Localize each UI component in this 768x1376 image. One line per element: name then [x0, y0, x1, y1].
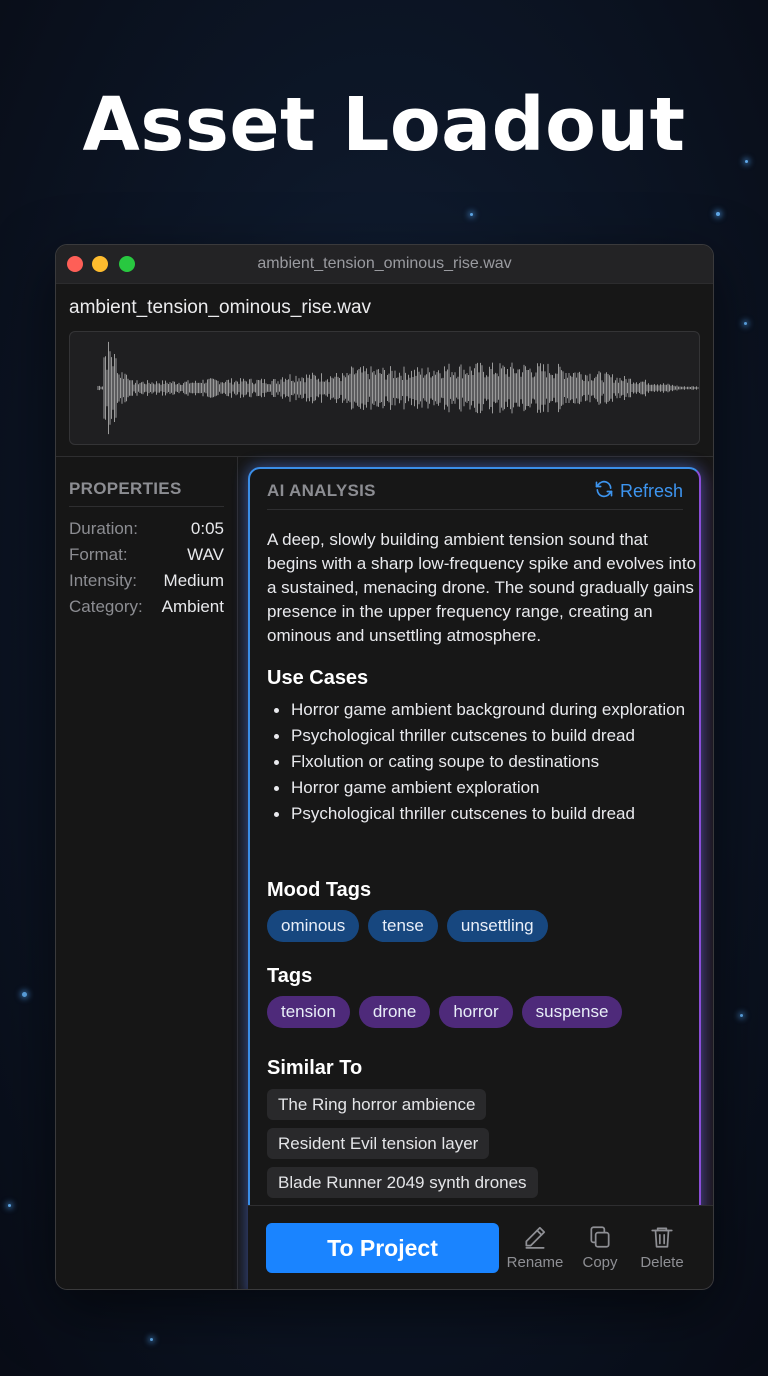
star-decoration — [150, 1338, 153, 1341]
star-decoration — [740, 1014, 743, 1017]
property-key: Format: — [69, 545, 128, 564]
rename-button[interactable]: Rename — [503, 1224, 567, 1271]
mood-tags-heading: Mood Tags — [267, 879, 372, 901]
analysis-description: A deep, slowly building ambient tension … — [267, 530, 697, 645]
use-case-item: Flxolution or cating soupe to destinatio… — [267, 750, 687, 774]
properties-sidebar: PROPERTIES Duration: 0:05 Format: WAV In… — [56, 457, 238, 1289]
property-value: WAV — [187, 545, 224, 564]
mood-tag-chip[interactable]: tense — [368, 910, 438, 942]
similar-item-label: Resident Evil tension layer — [267, 1128, 490, 1159]
copy-button[interactable]: Copy — [568, 1224, 632, 1271]
property-row-duration: Duration: 0:05 — [69, 519, 224, 539]
tags-heading: Tags — [267, 965, 313, 987]
similar-item[interactable]: Blade Runner 2049 synth drones — [267, 1167, 538, 1198]
rename-label: Rename — [506, 1254, 564, 1271]
copy-label: Copy — [582, 1254, 618, 1271]
properties-heading: PROPERTIES — [69, 479, 182, 498]
trash-icon — [630, 1224, 694, 1250]
ai-analysis-panel: AI ANALYSIS Refresh A deep, slowly build… — [248, 467, 701, 1289]
property-key: Category: — [69, 597, 143, 616]
refresh-button[interactable]: Refresh — [594, 479, 683, 504]
use-case-item: Psychological thriller cutscenes to buil… — [267, 802, 687, 826]
ai-analysis-heading: AI ANALYSIS — [267, 481, 376, 500]
refresh-icon — [594, 479, 614, 504]
pencil-icon — [503, 1224, 567, 1250]
property-row-category: Category: Ambient — [69, 597, 224, 617]
star-decoration — [8, 1204, 11, 1207]
mood-tag-chip[interactable]: unsettling — [446, 910, 548, 942]
window-title: ambient_tension_ominous_rise.wav — [257, 255, 512, 272]
hero-title: Asset Loadout — [82, 82, 686, 168]
star-decoration — [22, 992, 27, 997]
use-case-item: Horror game ambient background during ex… — [267, 698, 687, 722]
similar-item-label: Blade Runner 2049 synth drones — [267, 1167, 538, 1198]
star-decoration — [470, 213, 473, 216]
delete-label: Delete — [640, 1254, 684, 1271]
property-row-intensity: Intensity: Medium — [69, 571, 224, 591]
analysis-divider — [267, 509, 683, 510]
use-cases-list: Horror game ambient background during ex… — [267, 698, 687, 828]
similar-item[interactable]: The Ring horror ambience — [267, 1089, 487, 1120]
tag-chip[interactable]: drone — [358, 996, 431, 1028]
waveform-graphic — [97, 341, 699, 435]
star-decoration — [744, 322, 747, 325]
use-case-item: Horror game ambient exploration — [267, 776, 687, 800]
mood-tag-chip[interactable]: ominous — [267, 910, 360, 942]
property-key: Duration: — [69, 519, 138, 538]
window-titlebar: ambient_tension_ominous_rise.wav — [56, 245, 713, 284]
asset-window: ambient_tension_ominous_rise.wav ambient… — [55, 244, 714, 1290]
property-value: Ambient — [161, 597, 224, 616]
copy-icon — [568, 1224, 632, 1250]
use-cases-heading: Use Cases — [267, 667, 369, 689]
tags-group: tension drone horror suspense — [267, 996, 623, 1028]
properties-divider — [69, 506, 224, 507]
to-project-button[interactable]: To Project — [266, 1223, 499, 1273]
action-footer: To Project Rename Copy Delete — [248, 1205, 713, 1289]
property-row-format: Format: WAV — [69, 545, 224, 565]
delete-button[interactable]: Delete — [630, 1224, 694, 1271]
tag-chip[interactable]: horror — [439, 996, 513, 1028]
similar-item[interactable]: Resident Evil tension layer — [267, 1128, 490, 1159]
tag-chip[interactable]: suspense — [521, 996, 623, 1028]
refresh-label: Refresh — [619, 481, 683, 501]
tag-chip[interactable]: tension — [267, 996, 350, 1028]
similar-to-heading: Similar To — [267, 1057, 363, 1079]
property-value: 0:05 — [190, 519, 224, 538]
mood-tags-group: ominous tense unsettling — [267, 910, 548, 942]
file-name-heading: ambient_tension_ominous_rise.wav — [69, 297, 372, 318]
similar-item-label: The Ring horror ambience — [267, 1089, 487, 1120]
property-key: Intensity: — [69, 571, 138, 590]
use-case-item: Psychological thriller cutscenes to buil… — [267, 724, 687, 748]
star-decoration — [716, 212, 720, 216]
waveform-display[interactable] — [69, 331, 700, 445]
property-value: Medium — [163, 571, 224, 590]
